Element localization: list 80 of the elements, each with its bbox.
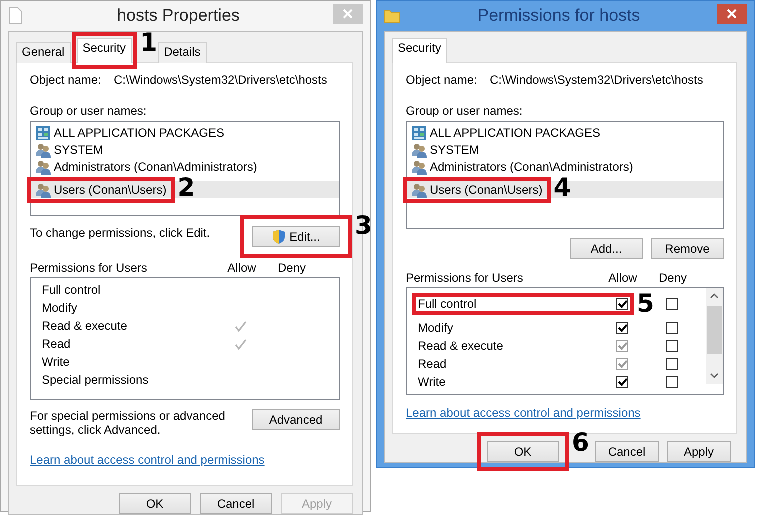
permission-name: Write bbox=[42, 355, 70, 369]
button[interactable]: Add... bbox=[570, 238, 643, 259]
close-icon bbox=[727, 9, 737, 19]
tab[interactable]: Security bbox=[392, 38, 448, 63]
document-icon bbox=[8, 7, 24, 25]
button[interactable]: Cancel bbox=[595, 441, 659, 462]
column-header: Deny bbox=[276, 261, 307, 275]
window-title: hosts Properties bbox=[116, 6, 241, 26]
shield-icon bbox=[272, 228, 286, 244]
close-icon bbox=[343, 9, 353, 19]
step-number: 3 bbox=[355, 213, 372, 239]
hint-text: To change permissions, click Edit. bbox=[30, 226, 210, 240]
step-number: 1 bbox=[140, 30, 158, 56]
list-item[interactable]: ALL APPLICATION PACKAGES bbox=[35, 124, 225, 140]
button[interactable]: Remove bbox=[651, 238, 724, 259]
object-path: C:\Windows\System32\Drivers\etc\hosts bbox=[490, 73, 704, 87]
checkbox[interactable] bbox=[666, 298, 678, 310]
list-item[interactable]: Users (Conan\Users) bbox=[411, 182, 543, 198]
column-header: Allow bbox=[608, 271, 638, 285]
step-number: 5 bbox=[637, 291, 654, 317]
permission-name: Write bbox=[418, 375, 446, 389]
section-label: Group or user names: bbox=[30, 104, 148, 118]
permission-name: Read & execute bbox=[418, 339, 504, 353]
list-item[interactable]: ALL APPLICATION PACKAGES bbox=[411, 124, 601, 140]
checkbox[interactable] bbox=[666, 376, 678, 388]
list-item[interactable]: Administrators (Conan\Administrators) bbox=[411, 158, 634, 174]
checkbox[interactable] bbox=[666, 358, 678, 370]
list-item[interactable]: SYSTEM bbox=[411, 142, 480, 158]
button[interactable]: OK bbox=[487, 441, 559, 462]
checkbox[interactable] bbox=[616, 298, 628, 310]
users-icon bbox=[35, 142, 51, 158]
section-label: Permissions for Users bbox=[30, 261, 148, 275]
users-icon bbox=[35, 158, 51, 174]
checkbox[interactable] bbox=[666, 340, 678, 352]
permission-name: Read bbox=[42, 337, 71, 351]
permission-name: Read bbox=[418, 357, 447, 371]
app-grid-icon bbox=[35, 124, 51, 140]
permission-name: Modify bbox=[42, 301, 78, 315]
help-link[interactable]: Learn about access control and permissions bbox=[406, 406, 641, 420]
field-label: Object name: bbox=[30, 73, 102, 87]
help-link[interactable]: Learn about access control and permissions bbox=[30, 453, 265, 467]
field-label: Object name: bbox=[406, 73, 478, 87]
permission-name: Full control bbox=[42, 283, 101, 297]
users-icon bbox=[35, 182, 51, 198]
button[interactable]: OK bbox=[119, 493, 191, 514]
step-number: 4 bbox=[554, 174, 572, 200]
checkbox[interactable] bbox=[666, 322, 678, 334]
tab[interactable]: Details bbox=[158, 42, 207, 63]
column-header: Deny bbox=[658, 271, 688, 285]
step-number: 2 bbox=[178, 174, 196, 200]
list-item[interactable]: Users (Conan\Users) bbox=[35, 182, 167, 198]
step-number: 6 bbox=[572, 430, 590, 456]
section-label: Permissions for Users bbox=[406, 271, 524, 285]
checkbox[interactable] bbox=[616, 322, 628, 334]
permission-name: Read & execute bbox=[42, 319, 128, 333]
column-header: Allow bbox=[226, 261, 258, 275]
window-title: Permissions for hosts bbox=[476, 6, 642, 26]
app-grid-icon bbox=[411, 124, 427, 140]
hint-text: For special permissions or advanced settings, click Advanced. bbox=[30, 409, 226, 437]
check-icon bbox=[617, 299, 627, 309]
button[interactable]: Apply bbox=[667, 441, 731, 462]
button[interactable]: Edit... bbox=[252, 226, 340, 247]
permission-name: Full control bbox=[418, 297, 477, 311]
tab[interactable]: Security bbox=[76, 38, 132, 63]
scrollbar[interactable] bbox=[706, 288, 723, 384]
users-icon bbox=[411, 158, 427, 174]
tab[interactable]: General bbox=[16, 42, 71, 63]
permission-name: Special permissions bbox=[42, 373, 149, 387]
close-button[interactable] bbox=[717, 4, 747, 24]
list-item[interactable]: SYSTEM bbox=[35, 142, 104, 158]
object-path: C:\Windows\System32\Drivers\etc\hosts bbox=[114, 73, 328, 87]
users-icon bbox=[411, 182, 427, 198]
checkbox[interactable] bbox=[616, 376, 628, 388]
button[interactable]: Cancel bbox=[200, 493, 272, 514]
permission-name: Modify bbox=[418, 321, 454, 335]
button[interactable]: Advanced bbox=[252, 409, 340, 430]
list-item[interactable]: Administrators (Conan\Administrators) bbox=[35, 158, 258, 174]
section-label: Group or user names: bbox=[406, 104, 524, 118]
highlight-box bbox=[72, 32, 138, 69]
users-icon bbox=[411, 142, 427, 158]
